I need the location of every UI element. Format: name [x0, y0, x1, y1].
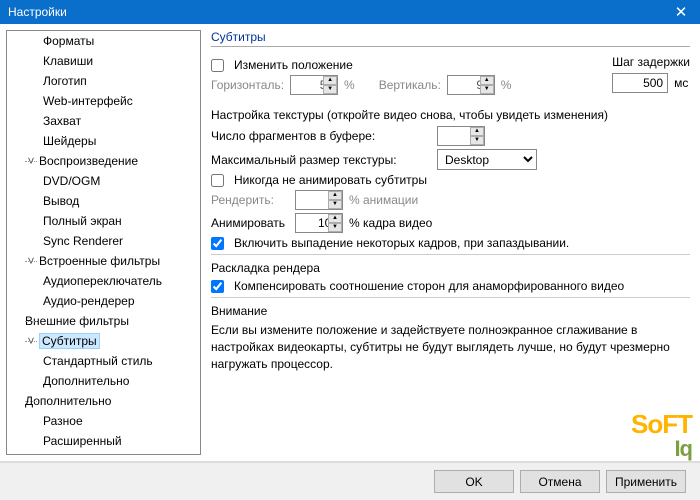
- tree-item[interactable]: Захват: [7, 111, 200, 131]
- cancel-button[interactable]: Отмена: [520, 470, 600, 493]
- never-animate-label[interactable]: Никогда не анимировать субтитры: [234, 173, 427, 187]
- vertical-label: Вертикаль:: [379, 78, 441, 92]
- chevron-down-icon[interactable]: ▼: [480, 85, 494, 94]
- tree-item[interactable]: Шейдеры: [7, 131, 200, 151]
- dialog-footer: OK Отмена Применить: [0, 462, 700, 500]
- delay-step-label: Шаг задержки: [612, 55, 690, 69]
- chevron-down-icon[interactable]: ˅: [25, 334, 37, 348]
- compensate-aspect-label[interactable]: Компенсировать соотношение сторон для ан…: [234, 279, 624, 293]
- compensate-aspect-checkbox[interactable]: [211, 280, 224, 293]
- tree-item[interactable]: Аудиопереключатель: [7, 271, 200, 291]
- chevron-up-icon: ▲: [328, 191, 342, 200]
- ok-button[interactable]: OK: [434, 470, 514, 493]
- close-button[interactable]: ✕: [662, 0, 700, 24]
- tree-item[interactable]: Sync Renderer: [7, 231, 200, 251]
- warning-text: Если вы измените положение и задействует…: [211, 322, 690, 372]
- tree-item-label: Аудиопереключатель: [43, 274, 162, 288]
- titlebar: Настройки ✕: [0, 0, 700, 24]
- tree-item-label: Захват: [43, 114, 81, 128]
- max-texture-label: Максимальный размер текстуры:: [211, 153, 431, 167]
- tree-item[interactable]: Логотип: [7, 71, 200, 91]
- tree-item[interactable]: Внешние фильтры: [7, 311, 200, 331]
- render-label: Рендерить:: [211, 193, 289, 207]
- warning-title: Внимание: [211, 304, 690, 318]
- tree-item[interactable]: Стандартный стиль: [7, 351, 200, 371]
- tree-item-label: Расширенный: [43, 434, 122, 448]
- drop-frames-label[interactable]: Включить выпадение некоторых кадров, при…: [234, 236, 569, 250]
- tree-item[interactable]: DVD/OGM: [7, 171, 200, 191]
- panel-title: Субтитры: [211, 30, 690, 47]
- vertical-unit: %: [501, 78, 512, 92]
- never-animate-checkbox[interactable]: [211, 174, 224, 187]
- tree-item[interactable]: Вывод: [7, 191, 200, 211]
- settings-tree[interactable]: Форматы Клавиши Логотип Web-интерфейс Захват…: [6, 30, 201, 455]
- tree-item[interactable]: Разное: [7, 411, 200, 431]
- vertical-spinner[interactable]: ▲▼: [447, 75, 495, 95]
- tree-item[interactable]: ˅Встроенные фильтры: [7, 251, 200, 271]
- tree-item-label: Полный экран: [43, 214, 122, 228]
- buffer-count-label: Число фрагментов в буфере:: [211, 129, 431, 143]
- apply-button[interactable]: Применить: [606, 470, 686, 493]
- tree-item[interactable]: ˅Воспроизведение: [7, 151, 200, 171]
- render-unit: % анимации: [349, 193, 418, 207]
- chevron-down-icon[interactable]: ˅: [25, 254, 37, 268]
- tree-item-label: Встроенные фильтры: [39, 254, 160, 268]
- tree-item-label: Разное: [43, 414, 83, 428]
- chevron-down-icon: ▼: [328, 200, 342, 209]
- render-layout-title: Раскладка рендера: [211, 261, 690, 275]
- animate-unit: % кадра видео: [349, 216, 432, 230]
- tree-item[interactable]: Полный экран: [7, 211, 200, 231]
- override-position-checkbox[interactable]: [211, 59, 224, 72]
- settings-panel: Субтитры Изменить положение Горизонталь:…: [203, 24, 700, 461]
- drop-frames-checkbox[interactable]: [211, 237, 224, 250]
- buffer-count-spinner[interactable]: ▲▼: [437, 126, 485, 146]
- override-position-label[interactable]: Изменить положение: [234, 58, 353, 72]
- chevron-down-icon[interactable]: ▼: [470, 136, 484, 145]
- tree-item[interactable]: Расширенный: [7, 431, 200, 451]
- texture-group-title: Настройка текстуры (откройте видео снова…: [211, 108, 690, 122]
- delay-step-input[interactable]: [612, 73, 668, 93]
- chevron-down-icon[interactable]: ˅: [25, 154, 37, 168]
- tree-item-label: Web-интерфейс: [43, 94, 133, 108]
- chevron-up-icon[interactable]: ▲: [328, 214, 342, 223]
- chevron-up-icon[interactable]: ▲: [323, 76, 337, 85]
- chevron-up-icon[interactable]: ▲: [480, 76, 494, 85]
- window-title: Настройки: [8, 5, 67, 19]
- chevron-down-icon[interactable]: ▼: [328, 223, 342, 232]
- tree-item-label: DVD/OGM: [43, 174, 100, 188]
- tree-item[interactable]: Дополнительно: [7, 391, 200, 411]
- horizontal-spinner[interactable]: ▲▼: [290, 75, 338, 95]
- tree-item-label: Стандартный стиль: [43, 354, 153, 368]
- horizontal-label: Горизонталь:: [211, 78, 284, 92]
- max-texture-select[interactable]: Desktop: [437, 149, 537, 170]
- tree-item-label: Вывод: [43, 194, 79, 208]
- tree-item[interactable]: Клавиши: [7, 51, 200, 71]
- tree-item[interactable]: ˅Субтитры: [7, 331, 200, 351]
- tree-item-label: Внешние фильтры: [25, 314, 129, 328]
- tree-item-label: Шейдеры: [43, 134, 96, 148]
- tree-item-label: Sync Renderer: [43, 234, 123, 248]
- animate-spinner[interactable]: ▲▼: [295, 213, 343, 233]
- animate-label: Анимировать: [211, 216, 289, 230]
- tree-item-label: Воспроизведение: [39, 154, 138, 168]
- render-spinner: ▲▼: [295, 190, 343, 210]
- tree-item-label: Логотип: [43, 74, 87, 88]
- tree-item[interactable]: Дополнительно: [7, 371, 200, 391]
- horizontal-unit: %: [344, 78, 355, 92]
- chevron-down-icon[interactable]: ▼: [323, 85, 337, 94]
- tree-item[interactable]: Web-интерфейс: [7, 91, 200, 111]
- tree-item-label: Клавиши: [43, 54, 93, 68]
- tree-item[interactable]: Форматы: [7, 31, 200, 51]
- tree-item[interactable]: Аудио-рендерер: [7, 291, 200, 311]
- chevron-up-icon[interactable]: ▲: [470, 127, 484, 136]
- tree-item-label: Дополнительно: [25, 394, 111, 408]
- tree-item-label: Субтитры: [39, 333, 100, 349]
- tree-item-label: Форматы: [43, 34, 94, 48]
- tree-item-label: Дополнительно: [43, 374, 129, 388]
- tree-item-label: Аудио-рендерер: [43, 294, 135, 308]
- delay-step-unit: мс: [674, 76, 688, 90]
